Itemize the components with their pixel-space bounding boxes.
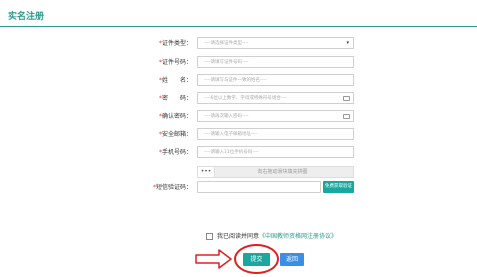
agreement-link[interactable]: 《中国教师资格网注册协议》 — [259, 233, 337, 240]
email-label: *安全邮箱： — [158, 131, 192, 138]
id-number-label: *证件号码： — [158, 59, 192, 66]
row-password: *密 码： ----6位以上数字、字母或特殊符号组合---- — [0, 92, 477, 106]
row-phone: *手机号码： ----请输入11位手机号码---- — [0, 146, 477, 160]
agreement-text: 我已阅读并同意 — [217, 233, 260, 240]
password-label: *密 码： — [158, 95, 192, 102]
slider-handle[interactable]: ••• — [198, 167, 215, 177]
row-id-type: *证件类型： ----请选择证件类型---- ▾ — [0, 37, 477, 51]
agreement: 我已阅读并同意《中国教师资格网注册协议》 — [206, 232, 337, 242]
sms-code-input[interactable] — [197, 181, 321, 193]
confirm-password-label: *确认密码： — [158, 113, 192, 120]
id-number-input[interactable]: ----请填写证件号码---- — [197, 56, 354, 68]
phone-input[interactable]: ----请输入11位手机号码---- — [197, 146, 354, 158]
row-name: *姓 名： ----请填写与证件一致的姓名---- — [0, 74, 477, 88]
id-type-label: *证件类型： — [158, 40, 192, 47]
keyboard-icon[interactable] — [343, 96, 350, 101]
agreement-checkbox[interactable] — [206, 233, 213, 240]
row-email: *安全邮箱： ----请输入电子邮箱地址---- — [0, 128, 477, 142]
row-confirm-password: *确认密码： ----请再次输入密码---- — [0, 110, 477, 124]
captcha-slider[interactable]: 向右拖动滑块填充拼图 ••• — [197, 166, 354, 178]
get-sms-code-button[interactable]: 免费获取验证码 — [323, 181, 354, 201]
name-input[interactable]: ----请填写与证件一致的姓名---- — [197, 74, 354, 86]
sms-code-label: *短信验证码： — [152, 184, 192, 191]
submit-button[interactable]: 提交 — [243, 253, 270, 266]
chevron-down-icon: ▾ — [346, 40, 349, 46]
row-sms-code: *短信验证码： 免费获取验证码 — [0, 181, 477, 201]
confirm-password-input[interactable]: ----请再次输入密码---- — [197, 110, 354, 122]
name-label: *姓 名： — [158, 77, 192, 84]
title-divider — [0, 26, 477, 27]
row-id-number: *证件号码： ----请填写证件号码---- — [0, 56, 477, 70]
id-type-select[interactable]: ----请选择证件类型---- ▾ — [197, 37, 354, 49]
arrow-right-icon — [195, 249, 232, 269]
page-title: 实名注册 — [8, 12, 45, 22]
email-input[interactable]: ----请输入电子邮箱地址---- — [197, 128, 354, 140]
phone-label: *手机号码： — [158, 149, 192, 156]
keyboard-icon[interactable] — [343, 114, 350, 119]
slider-hint: 向右拖动滑块填充拼图 — [257, 169, 308, 175]
password-input[interactable]: ----6位以上数字、字母或特殊符号组合---- — [197, 92, 354, 104]
back-button[interactable]: 返回 — [280, 253, 304, 266]
